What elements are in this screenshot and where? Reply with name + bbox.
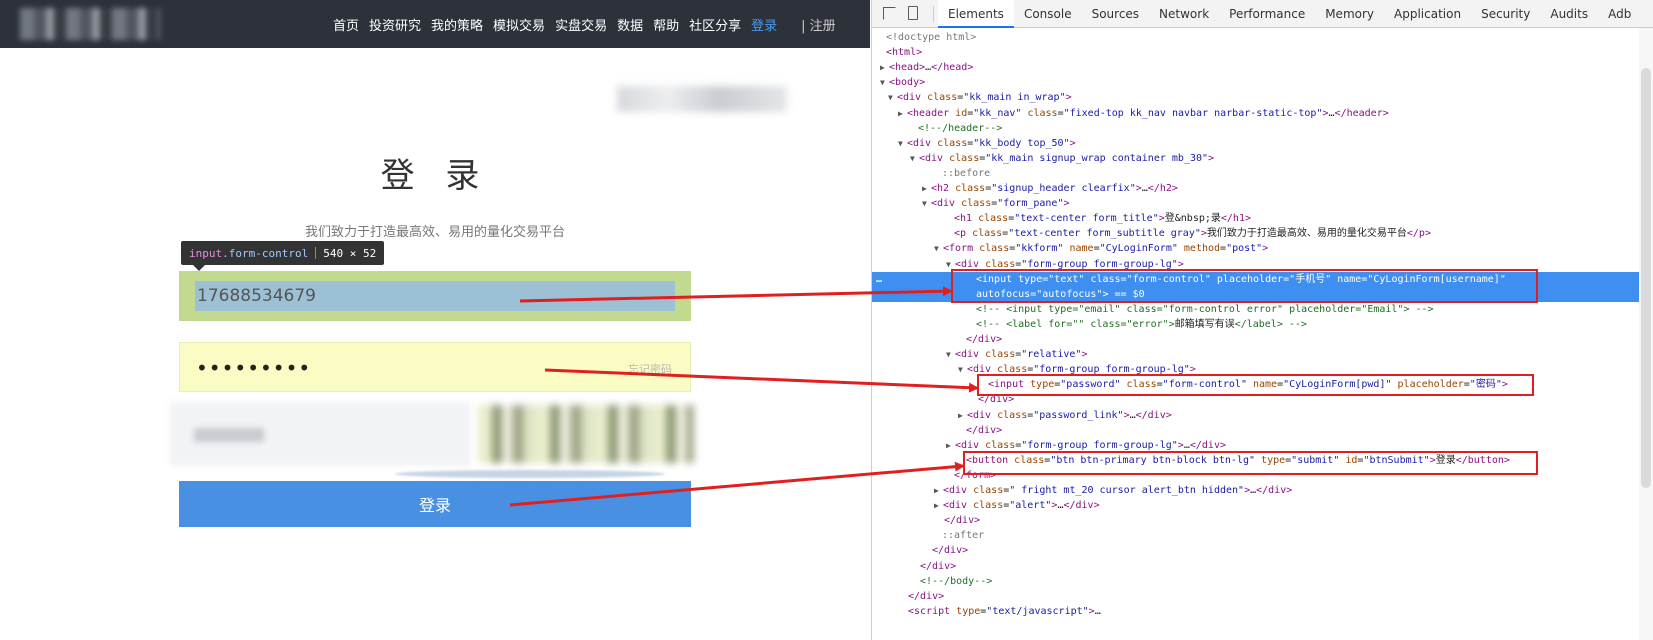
dom-node-line[interactable]: ▼ <div class="form_pane"> [872, 196, 1653, 211]
scrollbar[interactable] [1639, 28, 1653, 640]
dom-node-line[interactable]: </div> [872, 332, 1653, 347]
dom-node-line[interactable]: <script type="text/javascript">… [872, 604, 1653, 619]
dom-node-line[interactable]: <!-- <label for="" class="error">邮箱填写有误<… [872, 317, 1653, 332]
tab-performance[interactable]: Performance [1219, 0, 1315, 28]
tab-security[interactable]: Security [1471, 0, 1540, 28]
nav-item-community[interactable]: 社区分享 [689, 15, 741, 34]
tab-network[interactable]: Network [1149, 0, 1219, 28]
dom-node-line[interactable]: ▼ <div class="kk_main in_wrap"> [872, 90, 1653, 105]
dom-node-line[interactable]: ▶ <head>…</head> [872, 60, 1653, 75]
devtools-tabs: Elements Console Sources Network Perform… [938, 0, 1641, 28]
password-input[interactable]: ••••••••• 忘记密码 [179, 342, 691, 392]
username-input[interactable]: 17688534679 [195, 281, 675, 311]
dom-node-line[interactable]: ▶ <div class="password_link">…</div> [872, 408, 1653, 423]
annotation-box-password [977, 374, 1534, 396]
tab-sources[interactable]: Sources [1082, 0, 1149, 28]
nav-item-home[interactable]: 首页 [333, 15, 359, 34]
tab-audits[interactable]: Audits [1540, 0, 1598, 28]
nav-item-register[interactable]: | 注册 [801, 15, 836, 34]
dom-node-line[interactable]: ::before [872, 166, 1653, 181]
tooltip-class: .form-control [222, 246, 309, 260]
captcha-input[interactable] [170, 402, 470, 466]
inspect-tooltip: input .form-control 540 × 52 [181, 241, 385, 271]
dom-node-line[interactable]: </div> [872, 589, 1653, 604]
password-mask: ••••••••• [196, 356, 312, 380]
dom-node-line[interactable]: </div> [872, 559, 1653, 574]
tab-console[interactable]: Console [1014, 0, 1082, 28]
tab-application[interactable]: Application [1384, 0, 1471, 28]
nav-menu: 首页 投资研究 我的策略 模拟交易 实盘交易 数据 帮助 社区分享 登录 | 注… [333, 0, 836, 48]
nav-item-sim-trading[interactable]: 模拟交易 [493, 15, 545, 34]
annotation-box-submit [963, 451, 1538, 475]
dom-node-line[interactable]: ▼ <div class="kk_main signup_wrap contain… [872, 151, 1653, 166]
username-field-highlight: 17688534679 [179, 271, 691, 321]
annotation-box-username [951, 269, 1538, 303]
tab-memory[interactable]: Memory [1315, 0, 1384, 28]
dom-node-line[interactable]: ▼ <form class="kkform" name="CyLoginForm"… [872, 241, 1653, 256]
nav-item-strategies[interactable]: 我的策略 [431, 15, 483, 34]
blurred-banner [617, 86, 787, 112]
dom-node-line[interactable]: <!--/body--> [872, 574, 1653, 589]
tab-elements[interactable]: Elements [938, 0, 1014, 28]
dom-node-line[interactable]: ▶ <div class="alert">…</div> [872, 498, 1653, 513]
page-subtitle: 我们致力于打造最高效、易用的量化交易平台 [304, 225, 565, 240]
dom-node-line[interactable]: <p class="text-center form_subtitle gray… [872, 226, 1653, 241]
login-page: 首页 投资研究 我的策略 模拟交易 实盘交易 数据 帮助 社区分享 登录 | 注… [0, 0, 870, 640]
dom-node-line[interactable]: ▶ <div class=" fright mt_20 cursor alert_… [872, 483, 1653, 498]
devtools-panel: Elements Console Sources Network Perform… [871, 0, 1653, 640]
nav-item-research[interactable]: 投资研究 [369, 15, 421, 34]
captcha-image[interactable] [478, 405, 694, 463]
dom-node-line[interactable]: <html> [872, 45, 1653, 60]
inspect-element-icon[interactable] [880, 4, 898, 22]
dom-node-line[interactable]: </div> [872, 513, 1653, 528]
nav-item-live-trading[interactable]: 实盘交易 [555, 15, 607, 34]
dom-node-line[interactable]: <!doctype html> [872, 30, 1653, 45]
tooltip-tag: input [189, 246, 223, 260]
dom-node-line[interactable]: ▼ <div class="kk_body top_50"> [872, 136, 1653, 151]
nav-item-help[interactable]: 帮助 [653, 15, 679, 34]
top-navbar: 首页 投资研究 我的策略 模拟交易 实盘交易 数据 帮助 社区分享 登录 | 注… [0, 0, 870, 48]
page-title: 登 录 [380, 156, 490, 196]
devtools-toolbar: Elements Console Sources Network Perform… [872, 0, 1653, 28]
dom-node-line[interactable]: ::after [872, 528, 1653, 543]
dom-node-line[interactable]: </div> [872, 423, 1653, 438]
dom-node-line[interactable]: ▼ <div class="relative"> [872, 347, 1653, 362]
dom-node-line[interactable]: ▼ <body> [872, 75, 1653, 90]
dom-node-line[interactable]: <!-- <input type="email" class="form-con… [872, 302, 1653, 317]
decor-shadow [395, 470, 665, 478]
forgot-password-link[interactable]: 忘记密码 [628, 361, 672, 377]
dom-node-line[interactable]: ▶ <header id="kk_nav" class="fixed-top kk… [872, 106, 1653, 121]
dom-node-line[interactable]: <!--/header--> [872, 121, 1653, 136]
login-button[interactable]: 登录 [179, 481, 691, 527]
dom-node-line[interactable]: </div> [872, 543, 1653, 558]
nav-item-login[interactable]: 登录 [751, 15, 777, 34]
device-toolbar-icon[interactable] [904, 4, 922, 22]
dom-node-line[interactable]: ▶ <h2 class="signup_header clearfix">…</h… [872, 181, 1653, 196]
tooltip-size: 540 × 52 [323, 246, 377, 260]
tab-adb[interactable]: Adb [1598, 0, 1641, 28]
blurred-logo [20, 8, 160, 40]
dom-node-line[interactable]: <h1 class="text-center form_title">登&nbs… [872, 211, 1653, 226]
nav-item-data[interactable]: 数据 [617, 15, 643, 34]
